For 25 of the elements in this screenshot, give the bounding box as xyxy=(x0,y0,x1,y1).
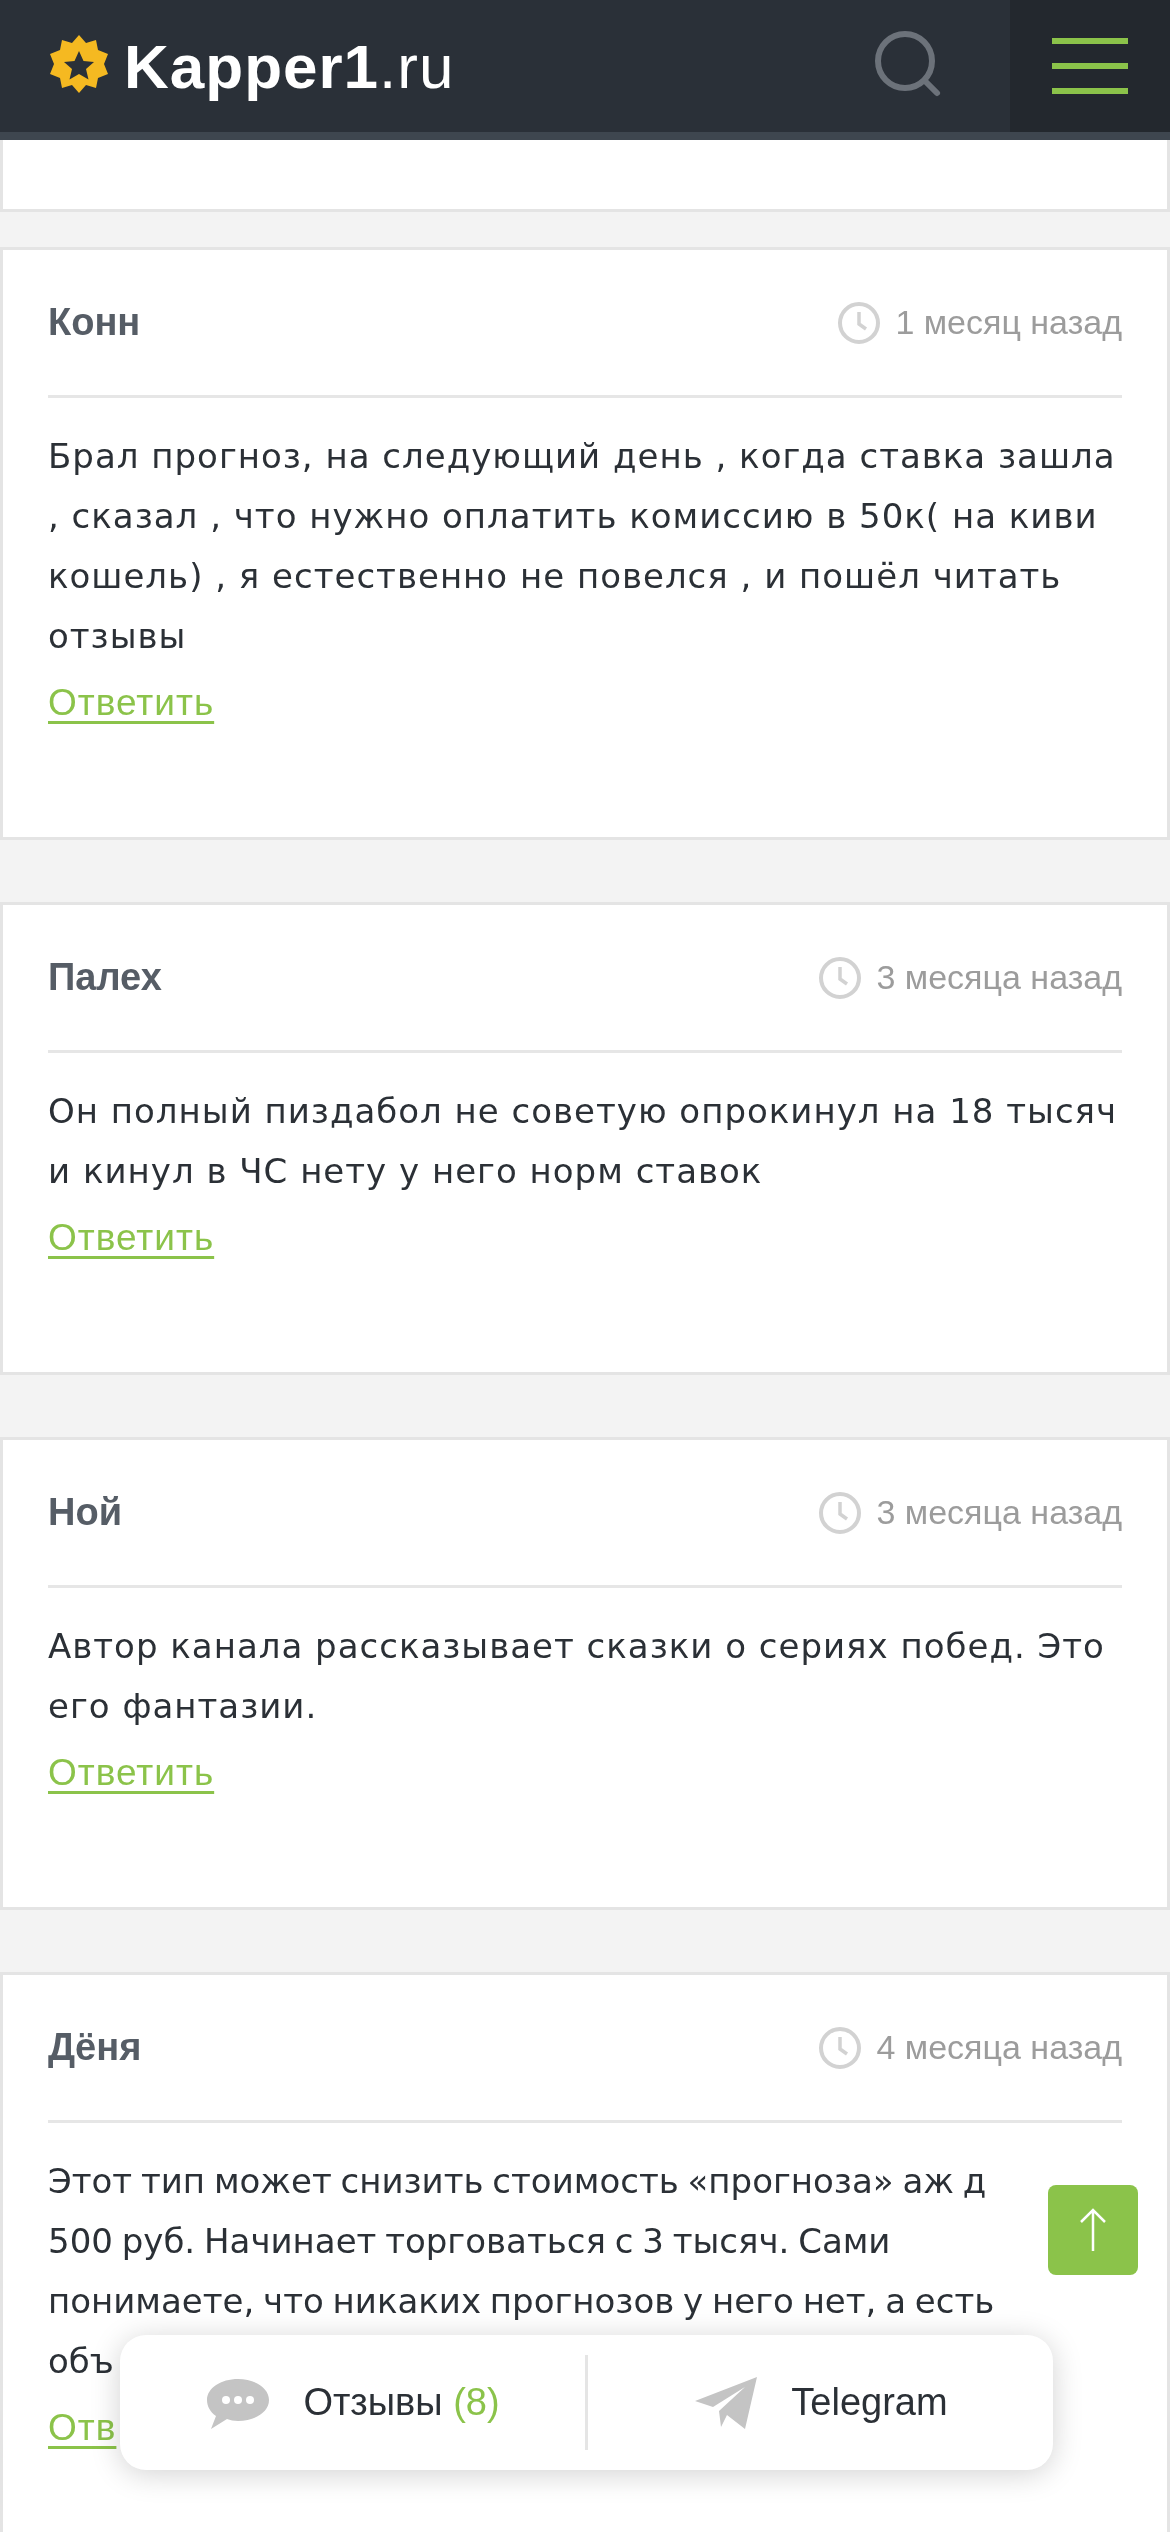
comment-text: Брал прогноз, на следующий день , когда ставка зашла , сказал , что нужно оплатить комиссию в 50к( на киви кошель) , я естественно не повелся , и пошёл читать отзывы xyxy=(48,435,1117,658)
comment-text: Автор канала рассказывает сказки о сериях побед. Это его фантазии. xyxy=(48,1625,1106,1728)
comment-time: 1 месяц назад xyxy=(895,303,1122,342)
paper-plane-icon xyxy=(693,2374,760,2431)
clock-icon xyxy=(837,300,882,345)
author-name: Ной xyxy=(48,1491,122,1534)
reply-link[interactable]: Ответить xyxy=(48,1217,215,1259)
menu-icon xyxy=(1052,36,1128,96)
clock-icon xyxy=(818,2025,863,2070)
author-name: Конн xyxy=(48,301,141,344)
clock-icon xyxy=(818,955,863,1000)
reply-link[interactable]: Ответить xyxy=(48,1752,215,1794)
author-name: Палех xyxy=(48,956,162,999)
comment-time: 3 месяца назад xyxy=(876,1493,1122,1532)
scroll-top-button[interactable] xyxy=(1048,2185,1138,2275)
site-logo[interactable]: Kapper1.ru xyxy=(124,30,455,102)
reply-link[interactable]: Отв xyxy=(48,2407,117,2449)
menu-button[interactable] xyxy=(1010,0,1170,132)
clock-icon xyxy=(818,1490,863,1535)
author-name: Дёня xyxy=(48,2026,142,2069)
arrow-up-icon xyxy=(1078,2207,1108,2253)
reply-link[interactable]: Ответить xyxy=(48,682,215,724)
comment-time: 4 месяца назад xyxy=(876,2028,1122,2067)
comment-time: 3 месяца назад xyxy=(876,958,1122,997)
comment-text: Он полный пиздабол не советую опрокинул на 18 тысяч и кинул в ЧС нету у него норм ставок xyxy=(48,1090,1119,1193)
